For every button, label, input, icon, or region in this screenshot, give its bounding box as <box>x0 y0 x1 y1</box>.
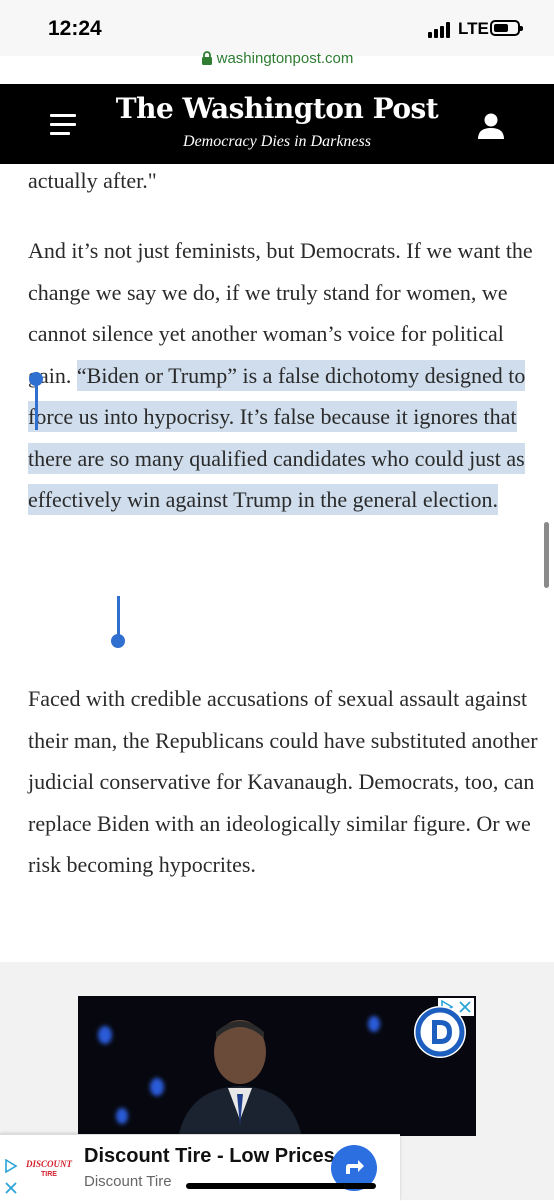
signal-icon <box>428 22 454 38</box>
masthead-tagline: Democracy Dies in Darkness <box>183 133 371 150</box>
lock-icon <box>201 51 212 65</box>
status-bar: 12:24 LTE <box>0 0 554 56</box>
url-text: washingtonpost.com <box>216 50 354 67</box>
user-account-icon[interactable] <box>476 112 506 140</box>
discount-tire-logo: DISCOUNT TIRE <box>25 1159 73 1178</box>
svg-text:TIRE: TIRE <box>41 1171 57 1178</box>
carrier-label: LTE <box>458 19 489 38</box>
adchoices-icon[interactable] <box>4 1159 18 1173</box>
democratic-party-logo <box>414 1006 466 1058</box>
portrait-figure <box>178 1020 302 1136</box>
sticky-bottom-ad[interactable]: DISCOUNT TIRE Discount Tire - Low Prices… <box>0 1134 400 1201</box>
masthead-logo[interactable]: The Washington Post <box>0 92 554 125</box>
site-header: The Washington Post Democracy Dies in Da… <box>0 84 554 164</box>
ad-title[interactable]: Discount Tire - Low Prices <box>84 1145 335 1168</box>
address-bar[interactable]: washingtonpost.com <box>0 50 554 80</box>
scrollbar[interactable] <box>544 522 549 588</box>
selected-text[interactable]: “Biden or Trump” is a false dichotomy de… <box>28 359 526 515</box>
article-paragraph: actually after." <box>28 168 157 193</box>
status-time: 12:24 <box>48 17 102 40</box>
home-indicator[interactable] <box>186 1183 376 1189</box>
battery-icon <box>490 20 523 36</box>
article-paragraph: Faced with credible accusations of sexua… <box>28 686 538 877</box>
article-paragraph: And it’s not just feminists, but Democra… <box>28 230 538 521</box>
ad-advertiser: Discount Tire <box>84 1173 172 1190</box>
svg-text:DISCOUNT: DISCOUNT <box>25 1159 73 1169</box>
close-icon[interactable] <box>4 1181 18 1195</box>
